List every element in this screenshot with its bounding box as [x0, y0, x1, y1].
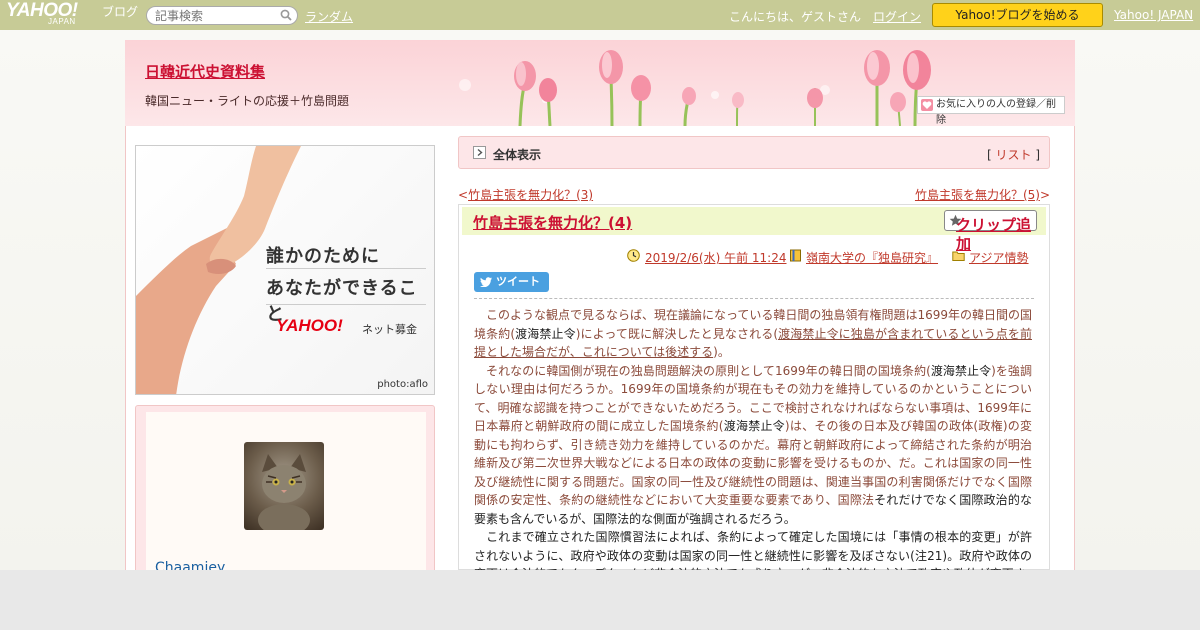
bird-icon — [480, 277, 492, 287]
prev-arrow: < — [458, 188, 469, 202]
text-segment: 渡海禁止令 — [723, 419, 785, 433]
start-blog-button[interactable]: Yahoo!ブログを始める — [932, 3, 1103, 27]
random-link[interactable]: ランダム — [305, 8, 353, 25]
holding-hands-image — [136, 146, 301, 394]
next-article-link[interactable]: 竹島主張を無力化？(5) — [915, 188, 1040, 202]
article-date-link[interactable]: 2019/2/6(水) 午前 11:24 — [645, 249, 786, 266]
guest-greeting: こんにちは、ゲストさん — [729, 10, 862, 24]
blog-title-link[interactable]: 日韓近代史資料集 — [145, 61, 265, 82]
yahoo-donation-logo: YAHOO! — [276, 316, 343, 335]
profile-box: Chaamiey — [135, 405, 435, 576]
arrow-box-icon — [473, 146, 486, 159]
article-title[interactable]: 竹島主張を無力化？(4) — [473, 212, 632, 233]
yahoo-blog-logo[interactable]: YAHOO! JAPAN ブログ — [6, 1, 142, 27]
article-body: このような観点で見るならば、現在議論になっている韓日間の独島領有権問題は1699… — [474, 306, 1032, 570]
profile-inner: Chaamiey — [146, 412, 426, 576]
view-all-bar: 全体表示 [ リスト ] — [458, 136, 1050, 169]
banner-divider — [266, 304, 426, 305]
yahoo-logo-blog: ブログ — [102, 5, 139, 19]
cat-avatar-image — [258, 454, 310, 536]
list-bracket-close: ] — [1031, 148, 1040, 162]
article-title-bar: 竹島主張を無力化？(4) クリップ追加 — [462, 207, 1046, 253]
text-segment: 渡海禁止令 — [930, 363, 992, 378]
folder-category-link[interactable]: アジア情勢 — [969, 249, 1029, 266]
clock-icon — [627, 249, 640, 262]
search-icon[interactable] — [280, 9, 292, 21]
photo-credit: photo:aflo — [377, 379, 428, 390]
text-segment: それなのに韓国側が現在の独島問題解決の原則として1699年の韓日間の国境条約( — [474, 363, 931, 378]
next-arrow: > — [1039, 188, 1050, 202]
heart-icon — [921, 99, 933, 111]
book-icon — [790, 249, 801, 262]
blog-header: 日韓近代史資料集 韓国ニュー・ライトの応援＋竹島問題 お気に入りの人の登録／削除 — [125, 40, 1075, 126]
next-article-nav: 竹島主張を無力化？(5)> — [915, 186, 1050, 203]
prev-article-link[interactable]: 竹島主張を無力化？(3) — [468, 188, 593, 202]
article-divider — [474, 298, 1034, 299]
net-donation-label: ネット募金 — [362, 323, 417, 336]
favorite-register-button[interactable]: お気に入りの人の登録／削除 — [917, 96, 1065, 126]
yahoo-japan-link[interactable]: Yahoo! JAPAN — [1114, 8, 1193, 22]
list-link[interactable]: リスト — [995, 148, 1031, 162]
login-link[interactable]: ログイン — [873, 8, 921, 25]
article-paragraph-1: このような観点で見るならば、現在議論になっている韓日間の独島領有権問題は1699… — [474, 306, 1032, 362]
text-segment: 渡海禁止令 — [515, 326, 576, 341]
tweet-label: ツイート — [496, 275, 540, 288]
text-segment: )。 — [713, 345, 730, 359]
banner-divider — [266, 268, 426, 269]
prev-article-nav: <竹島主張を無力化？(3) — [458, 186, 593, 203]
banner-line-1: 誰かのために — [266, 246, 380, 267]
article-paragraph-2: それなのに韓国側が現在の独島問題解決の原則として1699年の韓日間の国境条約(渡… — [474, 362, 1032, 529]
net-donation-banner[interactable]: 誰かのために あなたができること YAHOO! ネット募金 photo:aflo — [135, 145, 435, 395]
tweet-button[interactable]: ツイート — [474, 272, 549, 292]
search-box — [146, 6, 298, 25]
list-toggle: [ リスト ] — [987, 146, 1040, 163]
bottom-gray-area — [0, 570, 1200, 630]
yahoo-top-bar: YAHOO! JAPAN ブログ ランダム こんにちは、ゲストさん ログイン Y… — [0, 0, 1200, 30]
avatar[interactable] — [244, 442, 324, 536]
blog-description: 韓国ニュー・ライトの応援＋竹島問題 — [145, 94, 350, 108]
clip-add-button[interactable]: クリップ追加 — [944, 210, 1037, 253]
view-all-label[interactable]: 全体表示 — [493, 146, 541, 163]
text-segment: )によって既に解決したと見なされる( — [575, 326, 779, 341]
search-input[interactable] — [155, 7, 275, 24]
book-category-link[interactable]: 嶺南大学の『独島研究』 — [806, 249, 938, 266]
article-paragraph-3: これまで確立された国際慣習法によれば、条約によって確定した国境には「事情の根本的… — [474, 530, 1032, 570]
folder-icon — [952, 251, 965, 261]
